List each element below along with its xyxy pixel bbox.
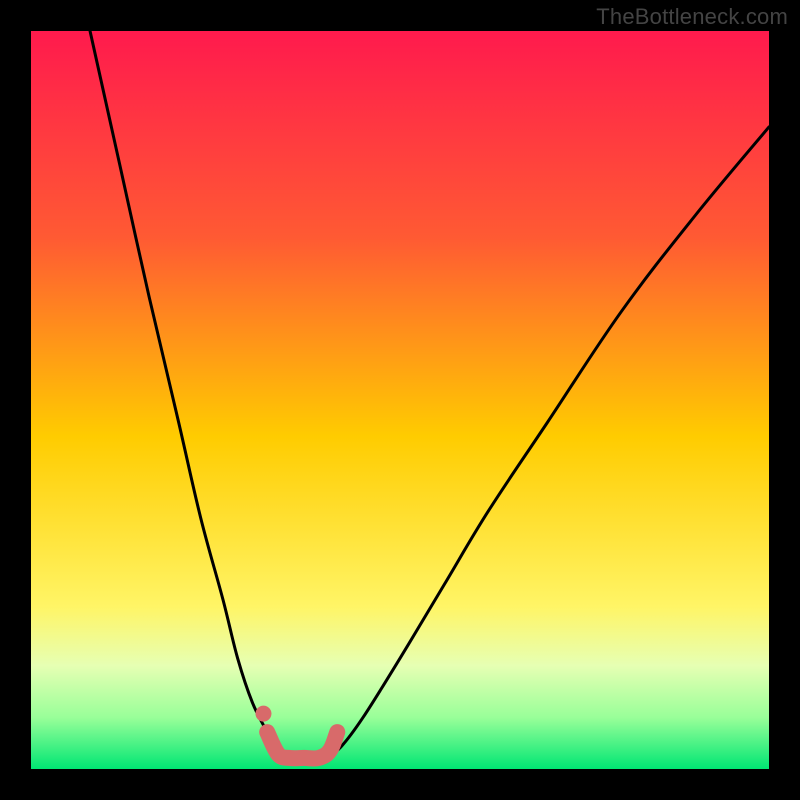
credit-label: TheBottleneck.com bbox=[596, 4, 788, 30]
chart-svg bbox=[31, 31, 769, 769]
chart-frame: TheBottleneck.com bbox=[0, 0, 800, 800]
chart-plot-area bbox=[31, 31, 769, 769]
well-marker-dot bbox=[255, 706, 271, 722]
